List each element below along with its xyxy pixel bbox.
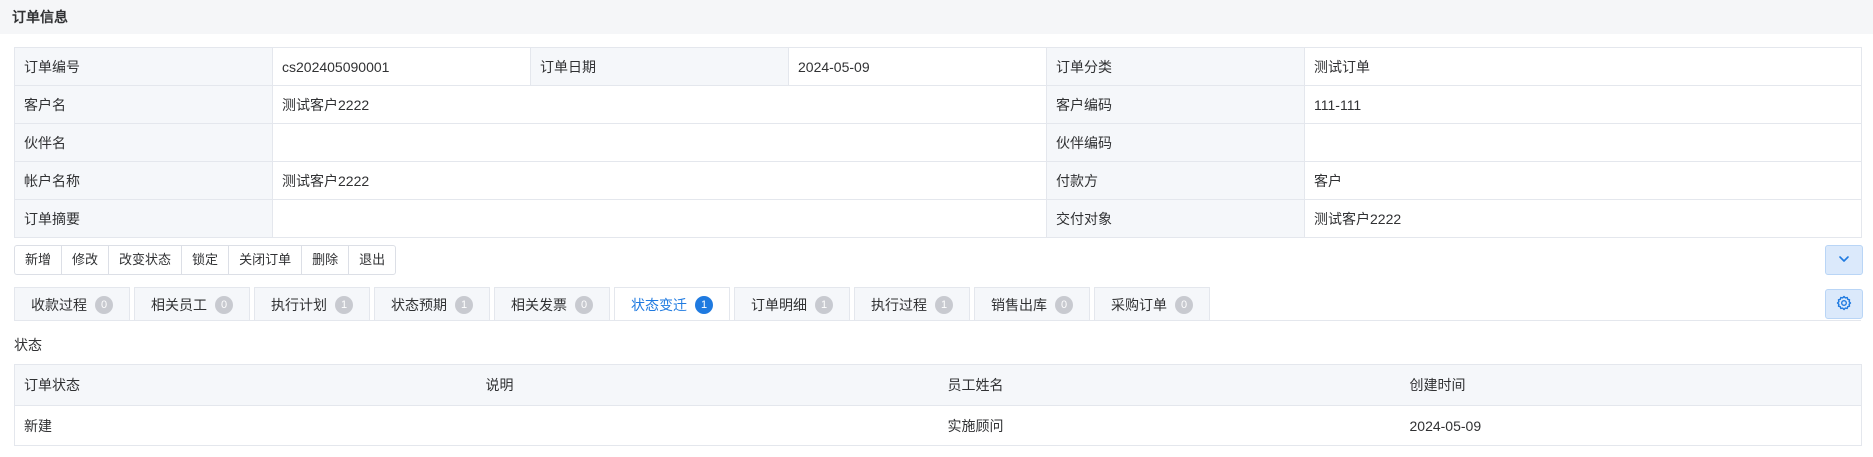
- tab-status-expectation[interactable]: 状态预期 1: [374, 287, 490, 321]
- tab-count-badge: 1: [695, 295, 713, 314]
- detail-tabs: 收款过程 0 相关员工 0 执行计划 1 状态预期 1 相关发票 0 状态变迁 1 订单明细…: [14, 287, 1210, 321]
- chevron-down-icon: [1837, 252, 1851, 269]
- customer-code-value: 111-111: [1304, 85, 1862, 124]
- column-header-order-status[interactable]: 订单状态: [14, 364, 477, 406]
- tab-count-badge: 0: [95, 295, 113, 314]
- tab-related-staff[interactable]: 相关员工 0: [134, 287, 250, 321]
- tab-count-badge: 0: [215, 295, 233, 314]
- payer-value: 客户: [1304, 161, 1862, 200]
- order-no-label: 订单编号: [14, 47, 273, 86]
- table-header-row: 订单状态 说明 员工姓名 创建时间: [14, 364, 1862, 406]
- order-type-label: 订单分类: [1046, 47, 1305, 86]
- order-type-value: 测试订单: [1304, 47, 1862, 86]
- info-row: 订单编号 cs202405090001 订单日期 2024-05-09 订单分类…: [14, 47, 1862, 86]
- page-title: 订单信息: [0, 0, 1873, 34]
- status-table: 订单状态 说明 员工姓名 创建时间 新建 实施顾问 2024-05-09: [14, 364, 1862, 446]
- tab-count-badge: 1: [935, 295, 953, 314]
- tab-execution-plan[interactable]: 执行计划 1: [254, 287, 370, 321]
- tab-label: 采购订单: [1111, 296, 1167, 313]
- info-row: 客户名 测试客户2222 客户编码 111-111: [14, 85, 1862, 124]
- customer-code-label: 客户编码: [1046, 85, 1305, 124]
- table-row[interactable]: 新建 实施顾问 2024-05-09: [14, 405, 1862, 446]
- column-header-employee[interactable]: 员工姓名: [938, 364, 1401, 406]
- column-header-note[interactable]: 说明: [476, 364, 939, 406]
- account-name-label: 帐户名称: [14, 161, 273, 200]
- payer-label: 付款方: [1046, 161, 1305, 200]
- tab-label: 销售出库: [991, 296, 1047, 313]
- add-button[interactable]: 新增: [15, 246, 63, 274]
- edit-button[interactable]: 修改: [62, 246, 110, 274]
- tab-status-changes[interactable]: 状态变迁 1: [614, 287, 730, 321]
- expand-button[interactable]: [1825, 245, 1863, 275]
- summary-value: [272, 199, 1047, 238]
- tab-count-badge: 0: [575, 295, 593, 314]
- tab-label: 收款过程: [31, 296, 87, 313]
- cell-order-status: 新建: [14, 405, 477, 446]
- tab-count-badge: 1: [455, 295, 473, 314]
- tab-order-details[interactable]: 订单明细 1: [734, 287, 850, 321]
- order-info-table: 订单编号 cs202405090001 订单日期 2024-05-09 订单分类…: [14, 47, 1862, 238]
- tab-label: 相关发票: [511, 296, 567, 313]
- tab-execution-process[interactable]: 执行过程 1: [854, 287, 970, 321]
- account-name-value: 测试客户2222: [272, 161, 1047, 200]
- summary-label: 订单摘要: [14, 199, 273, 238]
- action-toolbar: 新增 修改 改变状态 锁定 关闭订单 删除 退出: [14, 245, 397, 275]
- info-row: 订单摘要 交付对象 测试客户2222: [14, 199, 1862, 238]
- tab-count-badge: 0: [1055, 295, 1073, 314]
- cell-employee: 实施顾问: [938, 405, 1401, 446]
- tab-label: 状态变迁: [631, 296, 687, 313]
- customer-name-label: 客户名: [14, 85, 273, 124]
- partner-code-value: [1304, 123, 1862, 162]
- tab-label: 订单明细: [751, 296, 807, 313]
- tab-label: 执行过程: [871, 296, 927, 313]
- partner-name-value: [272, 123, 1047, 162]
- change-status-button[interactable]: 改变状态: [109, 246, 183, 274]
- column-header-created-time[interactable]: 创建时间: [1400, 364, 1862, 406]
- tab-count-badge: 0: [1175, 295, 1193, 314]
- tab-count-badge: 1: [815, 295, 833, 314]
- tab-purchase-orders[interactable]: 采购订单 0: [1094, 287, 1210, 321]
- tab-label: 执行计划: [271, 296, 327, 313]
- tab-label: 相关员工: [151, 296, 207, 313]
- close-order-button[interactable]: 关闭订单: [229, 246, 303, 274]
- order-no-value: cs202405090001: [272, 47, 531, 86]
- order-date-value: 2024-05-09: [788, 47, 1047, 86]
- tab-label: 状态预期: [391, 296, 447, 313]
- delete-button[interactable]: 删除: [302, 246, 350, 274]
- order-date-label: 订单日期: [530, 47, 789, 86]
- cell-note: [476, 405, 939, 446]
- exit-button[interactable]: 退出: [349, 246, 395, 274]
- partner-name-label: 伙伴名: [14, 123, 273, 162]
- customer-name-value: 测试客户2222: [272, 85, 1047, 124]
- tab-divider: [14, 320, 1861, 321]
- delivery-target-label: 交付对象: [1046, 199, 1305, 238]
- cell-created-time: 2024-05-09: [1400, 405, 1862, 446]
- tab-count-badge: 1: [335, 295, 353, 314]
- info-row: 伙伴名 伙伴编码: [14, 123, 1862, 162]
- info-row: 帐户名称 测试客户2222 付款方 客户: [14, 161, 1862, 200]
- tab-related-invoices[interactable]: 相关发票 0: [494, 287, 610, 321]
- status-section-title: 状态: [14, 337, 42, 353]
- lock-button[interactable]: 锁定: [182, 246, 230, 274]
- tab-payment-process[interactable]: 收款过程 0: [14, 287, 130, 321]
- tab-sales-outbound[interactable]: 销售出库 0: [974, 287, 1090, 321]
- gear-icon: [1836, 295, 1852, 314]
- partner-code-label: 伙伴编码: [1046, 123, 1305, 162]
- delivery-target-value: 测试客户2222: [1304, 199, 1862, 238]
- settings-button[interactable]: [1825, 289, 1863, 319]
